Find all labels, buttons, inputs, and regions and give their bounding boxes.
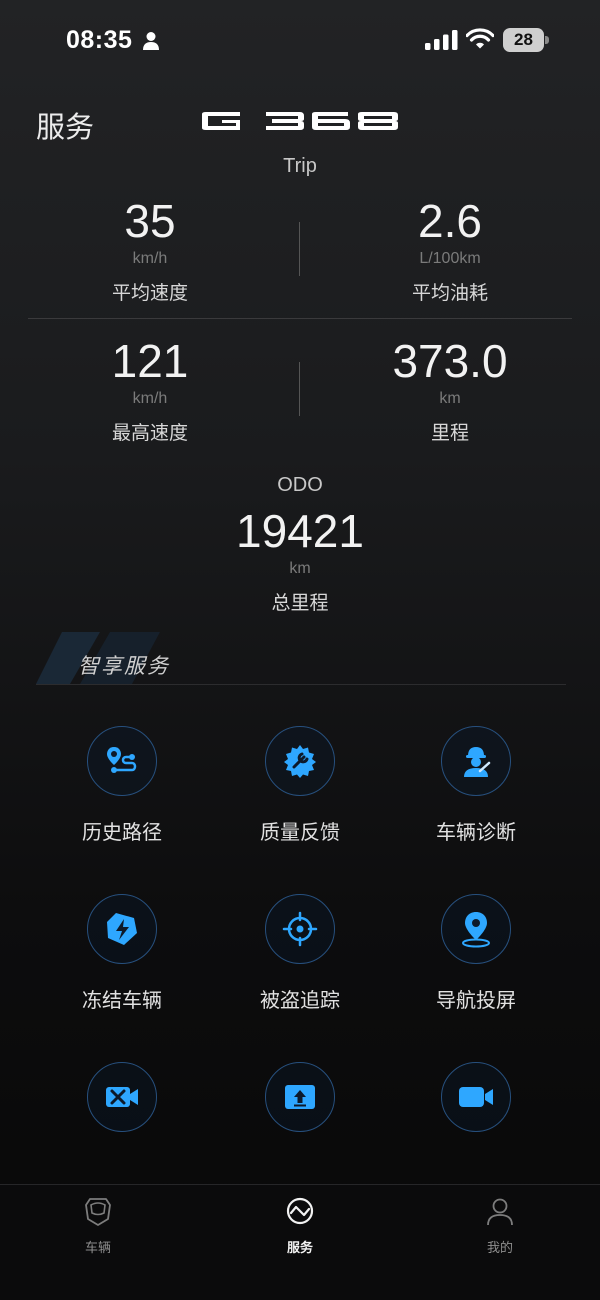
service-icon-circle	[87, 726, 157, 796]
tab-label: 我的	[486, 1240, 513, 1255]
brand-logo	[202, 112, 398, 130]
status-bar: 08:35 28	[0, 0, 600, 80]
odo-stat: 19421 km 总里程	[150, 508, 450, 615]
stat-unit: km	[439, 390, 461, 407]
mechanic-icon	[464, 747, 491, 777]
stat-unit: km/h	[132, 250, 168, 267]
gear-wrench-icon	[284, 745, 316, 778]
smart-services-header: 智享服务	[36, 632, 566, 686]
route-pin-icon	[107, 747, 137, 773]
cellular-signal-icon	[425, 30, 458, 50]
tab-vehicle[interactable]: 车辆	[38, 1195, 158, 1256]
service-icon-circle	[265, 1062, 335, 1132]
avg-fuel-stat: 2.6 L/100km 平均油耗	[300, 198, 600, 305]
service-icon-circle	[441, 1062, 511, 1132]
trip-label: Trip	[283, 155, 317, 177]
max-speed-stat: 121 km/h 最高速度	[0, 338, 300, 445]
stat-unit: km/h	[132, 390, 168, 407]
service-video-tools[interactable]	[32, 1062, 212, 1152]
service-label: 导航投屏	[436, 990, 516, 1012]
person-icon	[143, 32, 159, 50]
stat-label: 平均速度	[111, 283, 188, 304]
service-screen-upload[interactable]	[210, 1062, 390, 1152]
location-pin-icon	[462, 912, 490, 948]
stat-label: 里程	[430, 423, 469, 444]
odo-label: ODO	[277, 474, 323, 496]
service-vehicle-diagnosis[interactable]: 车辆诊断	[386, 726, 566, 845]
service-label: 冻结车辆	[82, 990, 162, 1012]
stat-value: 373.0	[392, 335, 508, 387]
odo-unit: km	[289, 560, 311, 577]
smart-services-title: 智享服务	[78, 655, 170, 678]
service-quality-feedback[interactable]: 质量反馈	[210, 726, 390, 845]
tab-label: 车辆	[84, 1240, 111, 1255]
tab-service[interactable]: 服务	[240, 1195, 360, 1256]
stat-value: 35	[124, 195, 176, 247]
user-icon	[487, 1198, 513, 1226]
service-freeze-vehicle[interactable]: 冻结车辆	[32, 894, 212, 1013]
odo-caption: 总里程	[271, 593, 329, 614]
service-icon-circle	[265, 726, 335, 796]
shield-bolt-icon	[107, 913, 137, 945]
service-label: 质量反馈	[260, 822, 340, 844]
status-time: 08:35	[66, 26, 133, 54]
video-tools-icon	[106, 1087, 138, 1107]
stat-unit: L/100km	[419, 250, 481, 267]
video-camera-icon	[459, 1087, 493, 1107]
battery-indicator: 28	[503, 28, 549, 52]
stat-label: 最高速度	[111, 423, 188, 444]
service-video-camera[interactable]	[386, 1062, 566, 1152]
service-label: 被盗追踪	[260, 990, 340, 1012]
service-icon-circle	[87, 894, 157, 964]
service-icon	[286, 1197, 314, 1225]
battery-tip	[545, 36, 549, 44]
service-icon-circle	[441, 894, 511, 964]
stat-label: 平均油耗	[411, 283, 488, 304]
screen-upload-icon	[285, 1085, 315, 1109]
stat-value: 2.6	[418, 195, 482, 247]
service-icon-circle	[441, 726, 511, 796]
wifi-icon	[466, 28, 494, 49]
battery-level: 28	[503, 28, 544, 52]
trip-distance-stat: 373.0 km 里程	[300, 338, 600, 445]
service-icon-circle	[265, 894, 335, 964]
crosshair-icon	[282, 911, 318, 947]
service-label: 车辆诊断	[436, 822, 516, 844]
smart-services-line	[36, 684, 566, 685]
page-title: 服务	[36, 112, 95, 144]
bottom-tab-bar: 车辆 服务 我的	[0, 1184, 600, 1300]
service-icon-circle	[87, 1062, 157, 1132]
service-history-route[interactable]: 历史路径	[32, 726, 212, 845]
car-icon	[85, 1198, 111, 1226]
service-label: 历史路径	[82, 822, 162, 844]
odo-value: 19421	[236, 505, 364, 557]
avg-speed-stat: 35 km/h 平均速度	[0, 198, 300, 305]
service-nav-projection[interactable]: 导航投屏	[386, 894, 566, 1013]
service-theft-tracking[interactable]: 被盗追踪	[210, 894, 390, 1013]
section-divider	[28, 318, 572, 319]
tab-label: 服务	[286, 1240, 313, 1255]
stat-value: 121	[111, 335, 189, 387]
tab-mine[interactable]: 我的	[440, 1195, 560, 1256]
